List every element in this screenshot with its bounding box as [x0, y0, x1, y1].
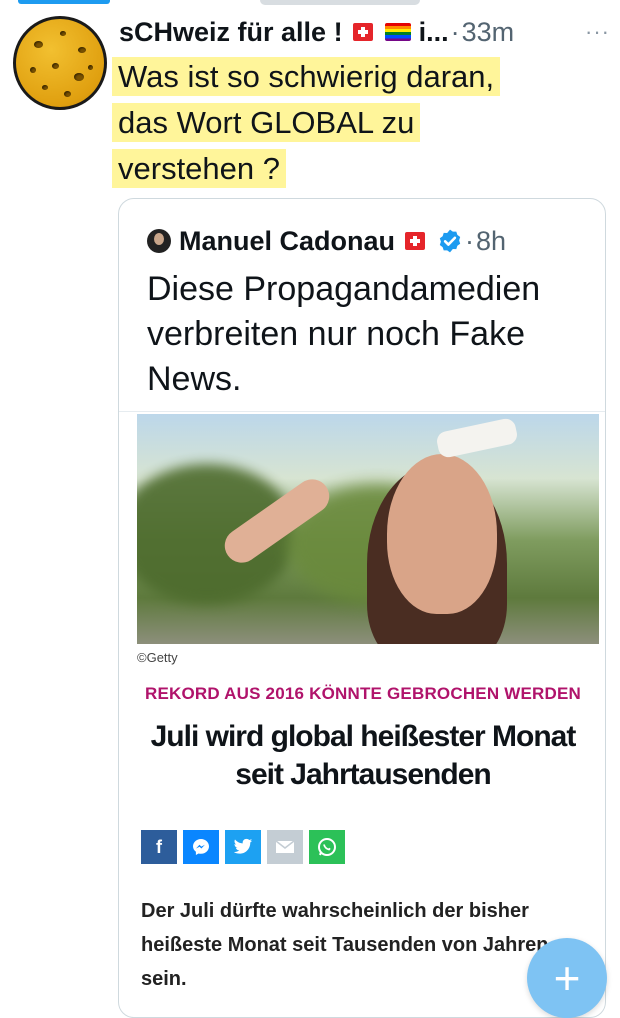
article-screenshot[interactable]: ©Getty REKORD AUS 2016 KÖNNTE GEBROCHEN …	[119, 411, 605, 1017]
share-bar: f	[141, 830, 345, 864]
separator-dot: ·	[465, 225, 475, 256]
swiss-flag-icon	[352, 23, 373, 41]
swiss-flag-icon	[405, 232, 426, 250]
rainbow-flag-icon	[384, 23, 411, 41]
quoted-author-name[interactable]: Manuel Cadonau	[179, 226, 395, 257]
twitter-icon	[225, 830, 261, 864]
tweet-text-line: das Wort GLOBAL zu	[112, 103, 421, 142]
verified-badge-icon	[439, 229, 461, 253]
quoted-avatar[interactable]	[147, 229, 171, 253]
quoted-timestamp[interactable]: 8h	[476, 226, 506, 257]
compose-button[interactable]: +	[527, 938, 607, 1018]
facebook-icon: f	[141, 830, 177, 864]
photo-credit: ©Getty	[137, 650, 178, 665]
quoted-tweet-header: Manuel Cadonau · 8h	[147, 221, 506, 261]
article-photo	[137, 414, 599, 644]
quoted-tweet-text: Diese Propagandamedien verbreiten nur no…	[147, 270, 541, 398]
previous-post-edge	[260, 0, 420, 5]
tweet-text: Was ist so schwierig daran, das Wort GLO…	[112, 54, 582, 192]
tab-indicator	[18, 0, 110, 4]
messenger-icon	[183, 830, 219, 864]
author-name[interactable]: sCHweiz für alle !	[119, 17, 343, 48]
whatsapp-icon	[309, 830, 345, 864]
mail-icon	[267, 830, 303, 864]
quoted-tweet[interactable]: Manuel Cadonau · 8h Diese Propagandamedi…	[118, 198, 606, 1018]
article-lead: Der Juli dürfte wahrscheinlich der bishe…	[141, 900, 549, 990]
tweet-text-line: verstehen ?	[112, 149, 286, 188]
tweet-header: sCHweiz für alle ! i... · 33m ···	[119, 12, 610, 52]
avatar[interactable]	[13, 16, 107, 110]
author-name-truncated: i...	[418, 16, 449, 47]
article-headline: Juli wird global heißester Monat seit Ja…	[150, 720, 577, 791]
more-options-icon[interactable]: ···	[585, 19, 610, 45]
article-kicker: REKORD AUS 2016 KÖNNTE GEBROCHEN WERDEN	[144, 684, 581, 703]
tweet-text-line: Was ist so schwierig daran,	[112, 57, 501, 96]
timestamp[interactable]: 33m	[462, 17, 515, 48]
separator-dot: ·	[450, 16, 460, 47]
